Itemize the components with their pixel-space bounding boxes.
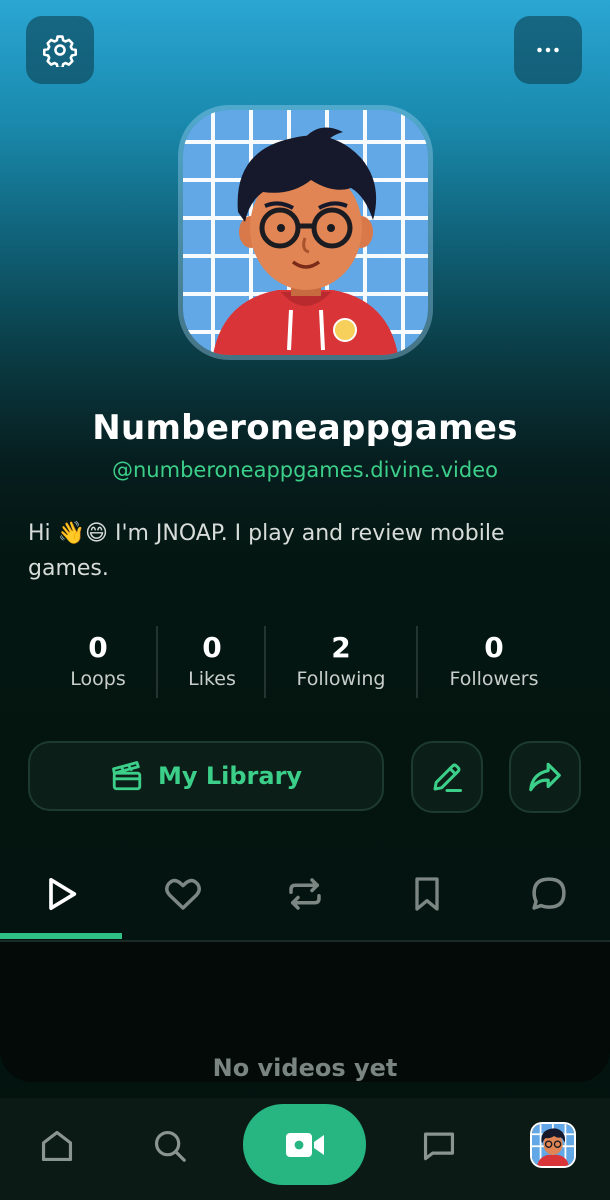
profile-bio: Hi 👋😄 I'm JNOAP. I play and review mobil… — [28, 521, 505, 581]
profile-stats: 0 Loops 0 Likes 2 Following 0 Followers — [0, 626, 610, 702]
nav-home[interactable] — [27, 1118, 87, 1174]
repost-icon — [289, 878, 321, 910]
stat-value: 0 — [88, 631, 108, 664]
profile-handle[interactable]: @numberoneappgames.divine.video — [0, 458, 610, 482]
more-icon — [537, 47, 559, 53]
stat-loops[interactable]: 0 Loops — [58, 626, 138, 690]
stat-value: 0 — [202, 631, 222, 664]
profile-screen: Numberoneappgames @numberoneappgames.div… — [0, 0, 610, 1200]
record-video-button[interactable] — [243, 1104, 366, 1185]
tab-likes[interactable] — [122, 858, 244, 930]
clapperboard-icon — [112, 761, 142, 791]
nav-profile-avatar[interactable] — [532, 1124, 574, 1166]
settings-button[interactable] — [26, 16, 94, 84]
empty-state-text: No videos yet — [212, 1054, 398, 1082]
comment-icon — [532, 877, 566, 910]
home-icon — [41, 1130, 73, 1162]
share-profile-button[interactable] — [509, 741, 581, 813]
nav-search[interactable] — [140, 1118, 200, 1174]
stat-label: Likes — [188, 668, 236, 690]
tab-comments[interactable] — [488, 858, 610, 930]
share-arrow-icon — [529, 762, 561, 792]
active-tab-indicator — [0, 933, 122, 939]
avatar-thumbnail — [532, 1124, 574, 1166]
play-icon — [49, 878, 77, 910]
stat-label: Following — [296, 668, 386, 690]
avatar-illustration — [183, 110, 428, 355]
bookmark-icon — [415, 877, 439, 911]
nav-messages[interactable] — [409, 1118, 469, 1174]
display-name: Numberoneappgames — [92, 408, 518, 448]
stat-label: Followers — [449, 668, 539, 690]
my-library-button[interactable]: My Library — [28, 741, 384, 811]
content-tabs — [0, 858, 610, 940]
stat-divider — [156, 626, 158, 698]
stat-label: Loops — [70, 668, 126, 690]
heart-icon — [165, 878, 201, 910]
edit-profile-button[interactable] — [411, 741, 483, 813]
search-icon — [154, 1130, 186, 1162]
stat-value: 2 — [331, 631, 351, 664]
tab-saved[interactable] — [366, 858, 488, 930]
messages-icon — [423, 1132, 455, 1161]
stat-divider — [264, 626, 266, 698]
video-camera-icon — [285, 1132, 324, 1157]
stat-likes[interactable]: 0 Likes — [172, 626, 252, 690]
stat-value: 0 — [484, 631, 504, 664]
stat-divider — [416, 626, 418, 698]
profile-avatar[interactable] — [183, 110, 428, 355]
more-options-button[interactable] — [514, 16, 582, 84]
gear-icon — [43, 35, 77, 67]
stat-followers[interactable]: 0 Followers — [432, 626, 556, 690]
tab-reposts[interactable] — [244, 858, 366, 930]
stat-following[interactable]: 2 Following — [280, 626, 402, 690]
tab-videos[interactable] — [0, 858, 122, 930]
pencil-icon — [433, 763, 462, 792]
my-library-label: My Library — [157, 762, 303, 790]
